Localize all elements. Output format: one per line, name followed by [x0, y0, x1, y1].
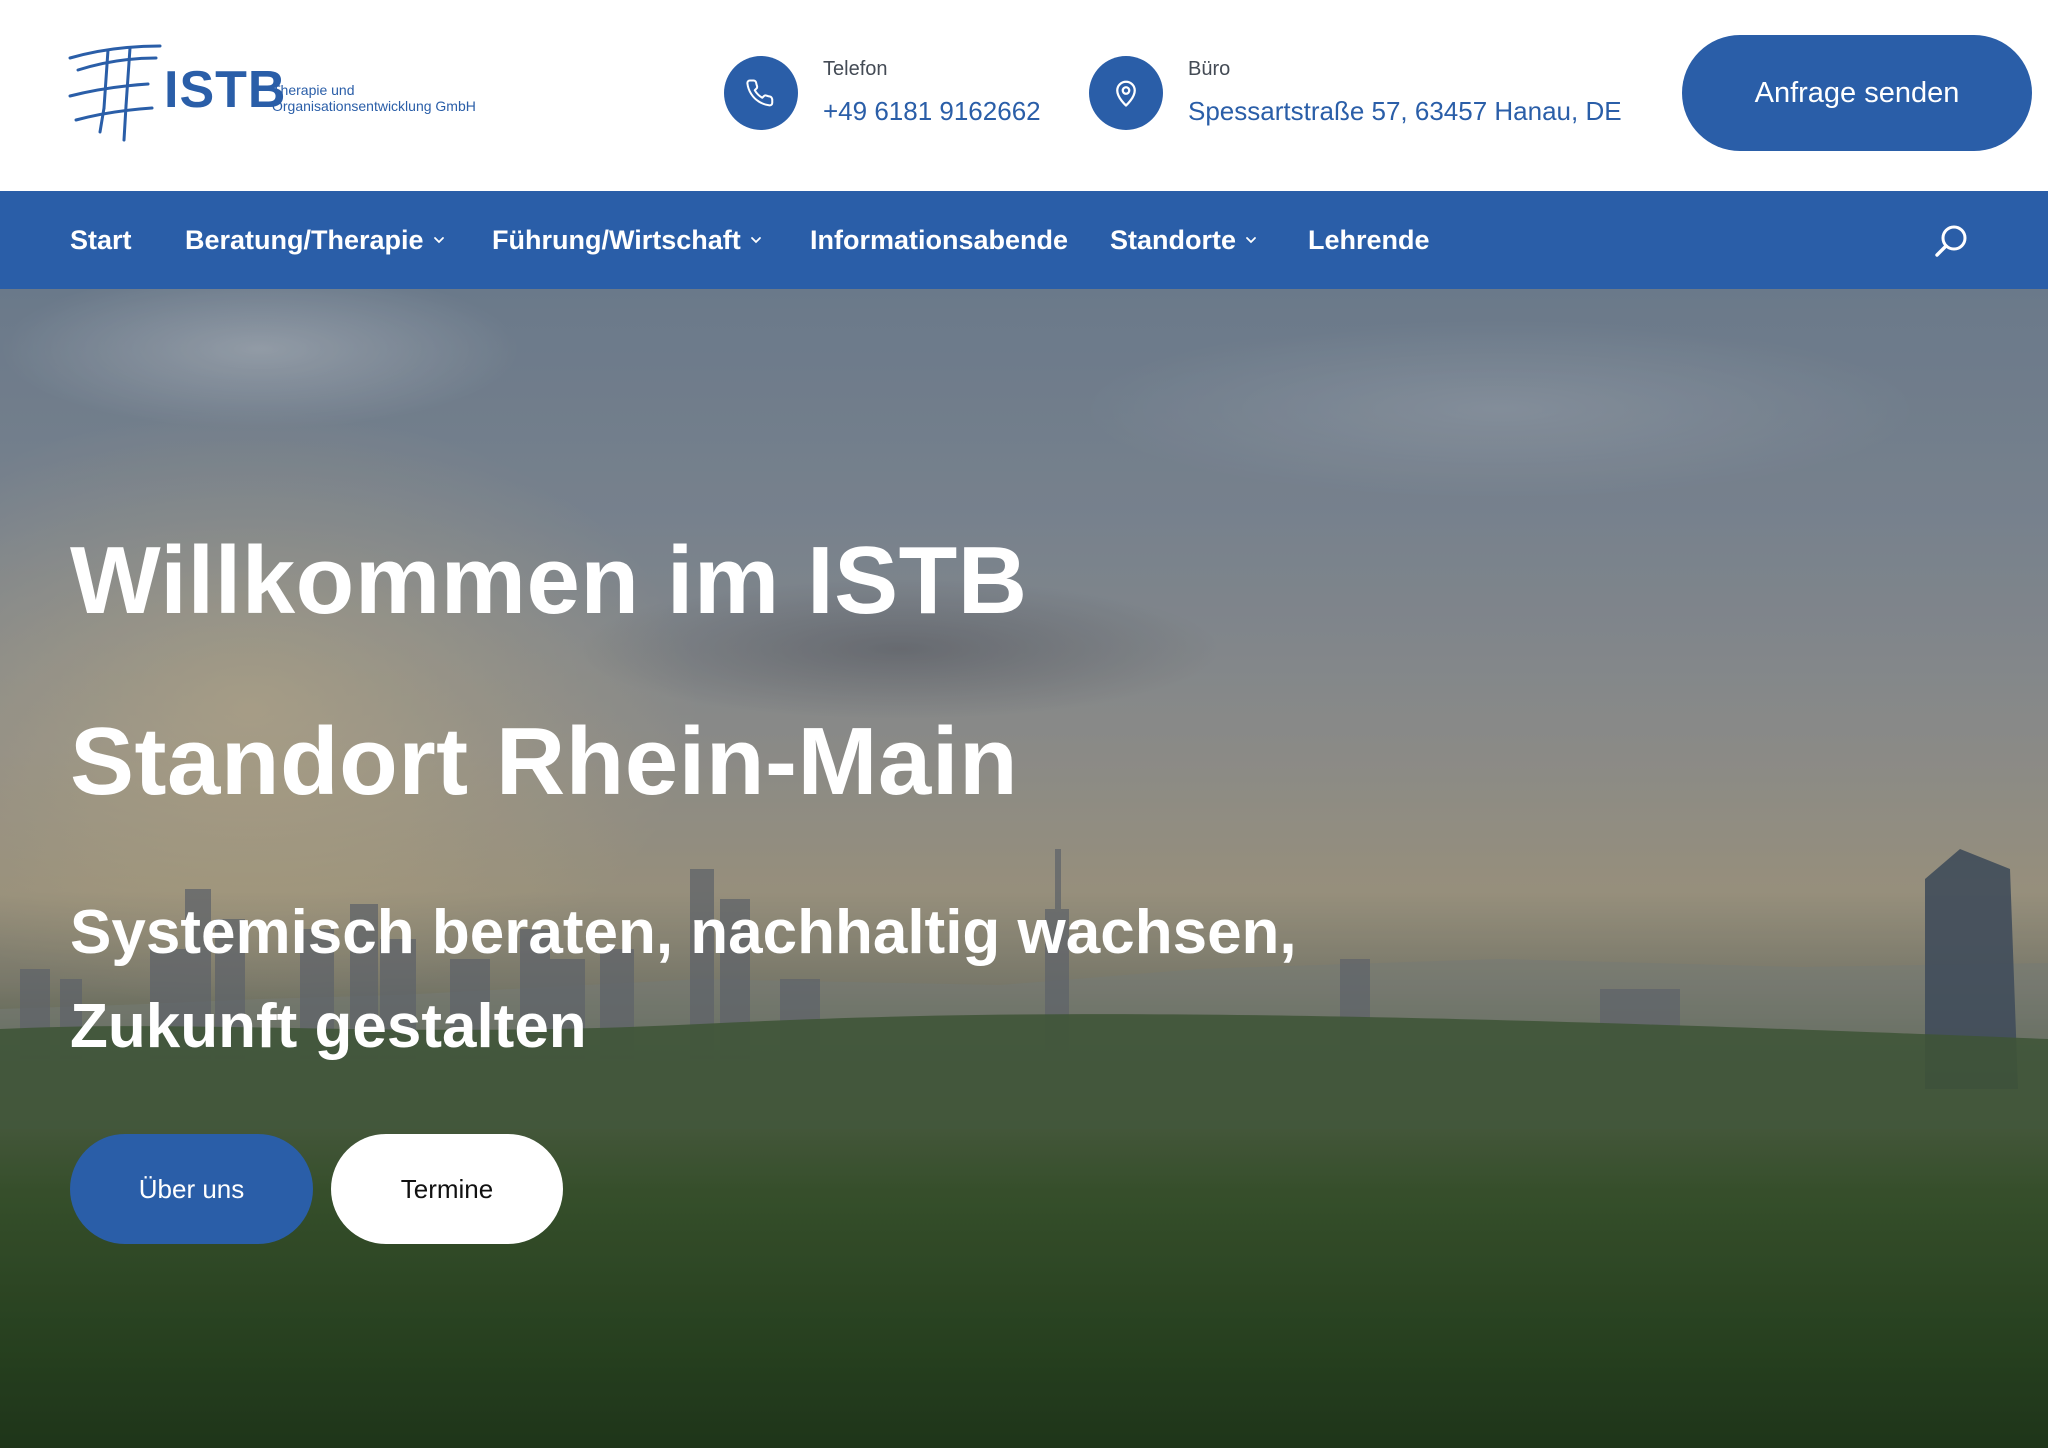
- nav-item-label: Start: [70, 224, 132, 255]
- office-contact[interactable]: Büro Spessartstraße 57, 63457 Hanau, DE: [1089, 56, 1649, 130]
- logo-tagline-line2: Organisationsentwicklung GmbH: [272, 98, 476, 114]
- chevron-down-icon: [750, 237, 761, 244]
- logo-mark-icon: [68, 44, 162, 142]
- phone-number[interactable]: +49 6181 9162662: [823, 96, 1041, 127]
- office-label: Büro: [1188, 58, 1231, 80]
- map-pin-icon: [1089, 56, 1163, 130]
- hero-subtitle: Systemisch beraten, nachhaltig wachsen, …: [70, 898, 1297, 1061]
- logo-tagline-line1: Therapie und: [272, 82, 355, 98]
- chevron-down-icon: [1246, 237, 1256, 244]
- nav-item-label: Führung/Wirtschaft: [492, 224, 741, 255]
- send-request-button[interactable]: Anfrage senden: [1682, 35, 2032, 151]
- office-address[interactable]: Spessartstraße 57, 63457 Hanau, DE: [1188, 96, 1622, 127]
- hero-overlay: [0, 289, 2048, 1448]
- about-us-button[interactable]: Über uns: [70, 1134, 313, 1244]
- dates-button[interactable]: Termine: [331, 1134, 563, 1244]
- hero-title-line1: Willkommen im ISTB: [70, 527, 1028, 634]
- site-logo[interactable]: ISTB Therapie und Organisationsentwicklu…: [68, 40, 508, 146]
- search-icon[interactable]: [1932, 221, 1972, 261]
- nav-item-label: Beratung/Therapie: [185, 224, 424, 255]
- nav-item-label: Lehrende: [1308, 224, 1430, 255]
- chevron-down-icon: [433, 237, 444, 244]
- hero-title-line2: Standort Rhein-Main: [70, 708, 1019, 815]
- site-header: ISTB Therapie und Organisationsentwicklu…: [0, 0, 2048, 191]
- nav-item-beratung-therapie[interactable]: Beratung/Therapie: [185, 191, 446, 289]
- logo-tagline: Therapie und Organisationsentwicklung Gm…: [272, 82, 476, 114]
- nav-item-start[interactable]: Start: [70, 191, 132, 289]
- phone-contact[interactable]: Telefon +49 6181 9162662: [724, 56, 1064, 130]
- nav-item-fuehrung-wirtschaft[interactable]: Führung/Wirtschaft: [492, 191, 763, 289]
- logo-wordmark: ISTB: [164, 61, 287, 119]
- nav-item-informationsabende[interactable]: Informationsabende: [810, 191, 1068, 289]
- nav-item-lehrende[interactable]: Lehrende: [1308, 191, 1430, 289]
- nav-item-label: Informationsabende: [810, 224, 1069, 255]
- phone-label: Telefon: [823, 58, 888, 80]
- main-navigation: Start Beratung/Therapie Führung/Wirtscha…: [0, 191, 2048, 289]
- phone-icon: [724, 56, 798, 130]
- nav-item-standorte[interactable]: Standorte: [1110, 191, 1258, 289]
- hero-section: Willkommen im ISTB Standort Rhein-Main S…: [0, 289, 2048, 1448]
- nav-item-label: Standorte: [1110, 224, 1237, 255]
